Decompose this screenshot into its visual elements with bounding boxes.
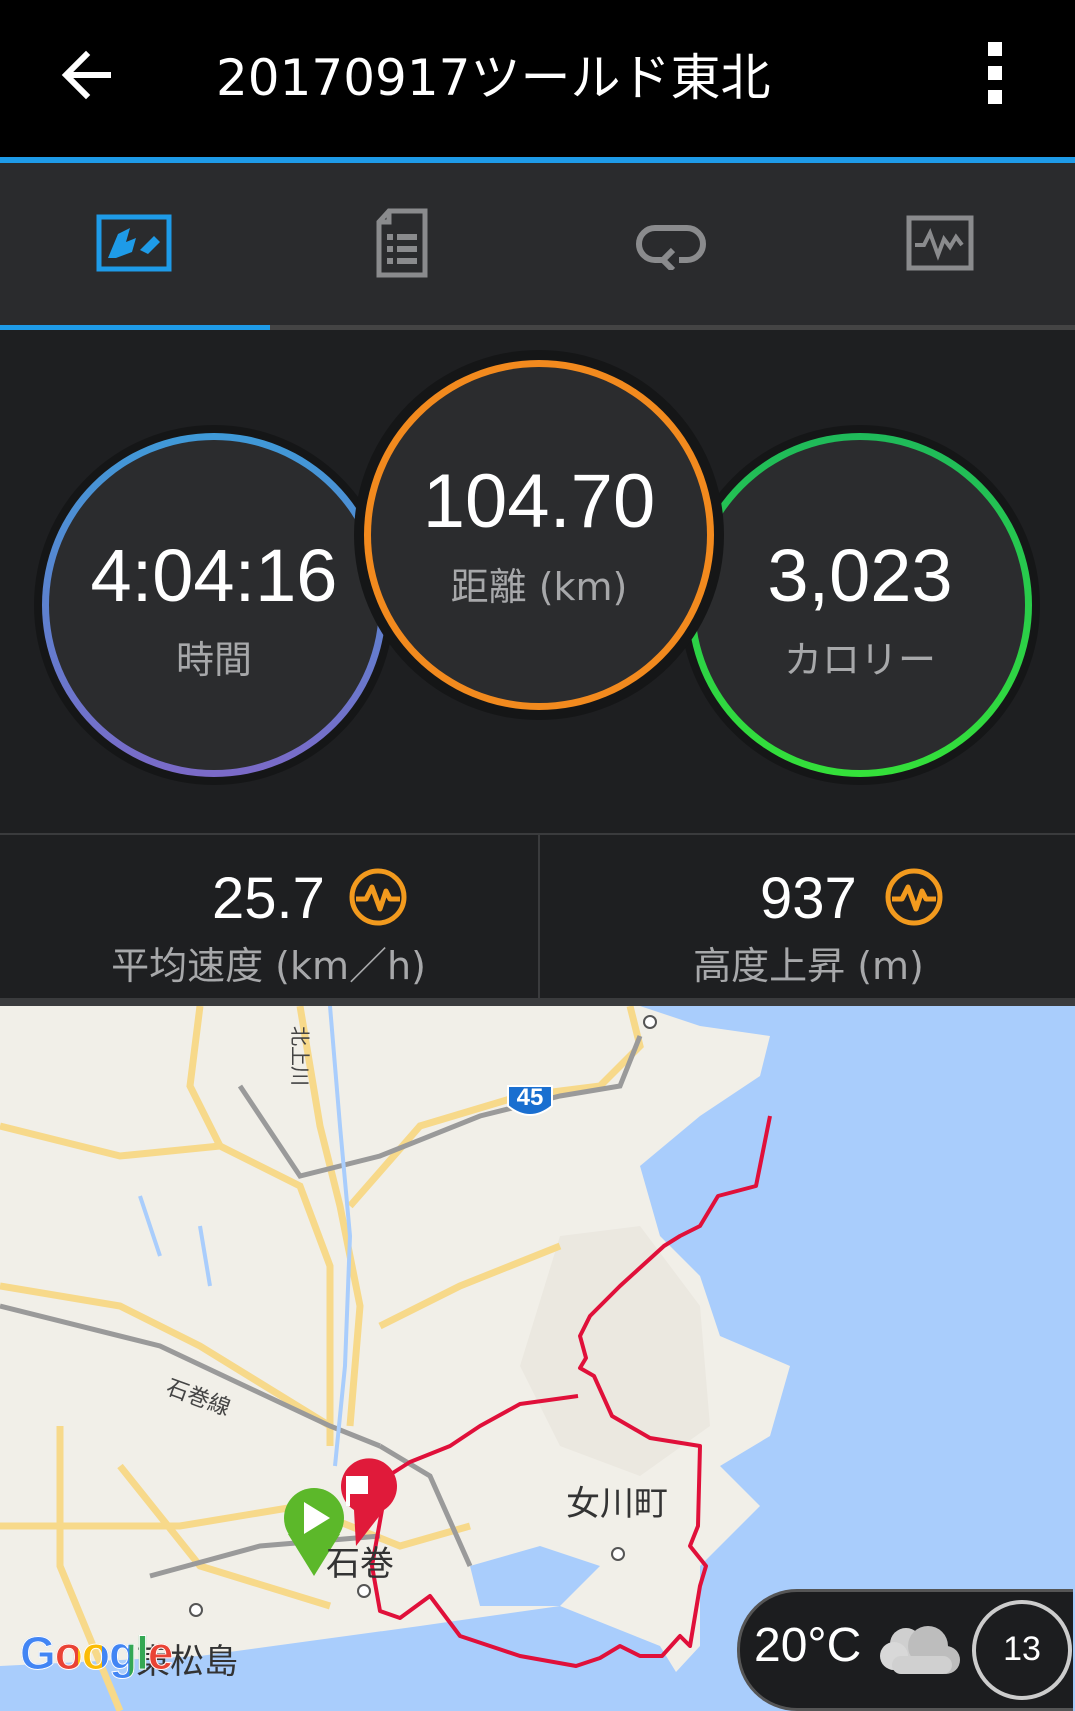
- map-icon: [96, 214, 172, 272]
- map-tab[interactable]: [0, 163, 268, 323]
- arrow-left-icon[interactable]: [52, 40, 122, 110]
- page-title: 20170917ツールド東北: [216, 49, 771, 107]
- tab-bar: [0, 163, 1075, 330]
- elevation-gain-value: 937: [760, 866, 857, 931]
- elevation-gain-label: 高度上昇 (m): [693, 944, 924, 988]
- details-tab[interactable]: [268, 163, 536, 323]
- cloud-icon: [880, 1626, 960, 1674]
- distance-label: 距離 (km): [450, 565, 628, 609]
- time-label: 時間: [175, 638, 252, 682]
- avg-speed-stat[interactable]: 25.7 平均速度 (km／h): [0, 835, 537, 1000]
- calories-ring: 3,023 カロリー: [680, 425, 1040, 785]
- temperature-value: 20°C: [754, 1619, 862, 1672]
- document-list-icon: [376, 208, 428, 278]
- route-map[interactable]: 石巻 女川町 東松島 石巻線 北上川 45 Google 20°C 13: [0, 1006, 1075, 1711]
- time-value: 4:04:16: [90, 534, 338, 617]
- avg-speed-value: 25.7: [212, 866, 325, 931]
- elevation-gain-stat[interactable]: 937 高度上昇 (m): [540, 835, 1075, 1000]
- time-ring: 4:04:16 時間: [34, 425, 394, 785]
- chart-icon: [906, 215, 974, 271]
- river-label-kitakami: 北上川: [288, 1026, 312, 1086]
- section-separator: [0, 998, 1075, 1006]
- distance-value: 104.70: [422, 459, 656, 544]
- more-vert-icon[interactable]: [972, 38, 1018, 108]
- wind-speed-value: 13: [1003, 1630, 1041, 1668]
- google-logo: Google: [19, 1627, 173, 1680]
- pulse-icon: [885, 868, 943, 926]
- laps-tab[interactable]: [537, 163, 805, 323]
- route-number-label: 45: [516, 1084, 544, 1111]
- charts-tab[interactable]: [806, 163, 1074, 323]
- pulse-icon: [349, 868, 407, 926]
- app-bar: 20170917ツールド東北: [0, 0, 1075, 157]
- wind-gauge: 13: [972, 1600, 1072, 1700]
- calories-label: カロリー: [783, 638, 936, 682]
- avg-speed-label: 平均速度 (km／h): [111, 944, 426, 988]
- distance-ring: 104.70 距離 (km): [354, 350, 724, 720]
- place-label-ishinomaki: 石巻: [326, 1544, 394, 1584]
- summary-panel: 4:04:16 時間 3,023 カロリー 104.70 距離 (km): [0, 330, 1075, 833]
- weather-widget[interactable]: 20°C 13: [737, 1589, 1073, 1711]
- stats-divider: [538, 833, 540, 998]
- loop-icon: [636, 225, 706, 270]
- calories-value: 3,023: [767, 534, 953, 617]
- place-label-onagawa: 女川町: [566, 1484, 668, 1524]
